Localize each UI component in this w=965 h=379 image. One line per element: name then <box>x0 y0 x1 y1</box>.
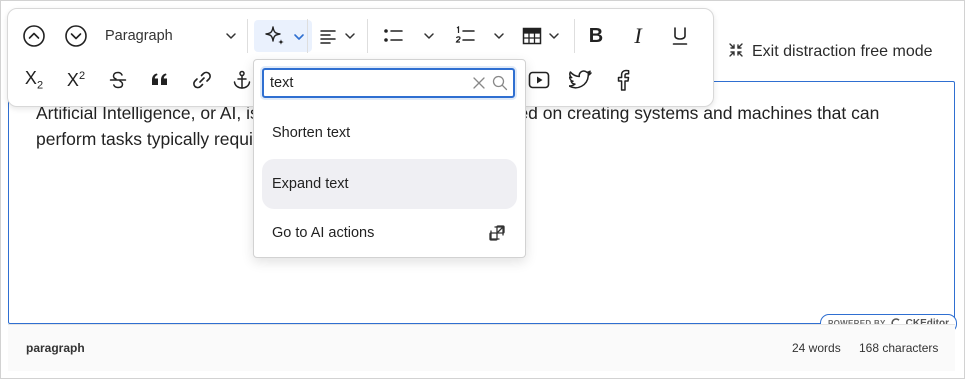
chevron-down-icon <box>293 30 305 48</box>
search-icon <box>492 75 508 96</box>
quote-icon <box>150 71 170 89</box>
chevron-down-icon <box>423 30 435 42</box>
underline-button[interactable] <box>664 20 696 52</box>
external-link-icon <box>488 224 506 247</box>
subscript-icon: X2 <box>24 68 44 92</box>
toolbar-separator <box>247 19 248 53</box>
chevron-down-icon <box>225 29 237 47</box>
nav-up-button[interactable] <box>18 20 50 52</box>
numbered-list-options[interactable] <box>488 20 510 52</box>
strikethrough-button[interactable] <box>102 64 134 96</box>
chevron-up-circle-icon <box>22 24 46 48</box>
strikethrough-icon <box>108 70 128 90</box>
clear-icon[interactable] <box>472 76 486 95</box>
menu-item-go-to-ai-actions[interactable]: Go to AI actions <box>262 208 517 258</box>
ai-search-box[interactable] <box>262 68 515 98</box>
italic-icon: I <box>634 23 642 48</box>
play-video-icon <box>528 71 550 89</box>
menu-item-shorten-text[interactable]: Shorten text <box>262 108 517 158</box>
bold-button[interactable]: B <box>580 20 612 52</box>
menu-item-label: Shorten text <box>272 125 351 141</box>
superscript-button[interactable]: X2 <box>60 64 92 96</box>
menu-item-label: Expand text <box>272 176 349 192</box>
toolbar-separator <box>307 19 308 53</box>
menu-item-label: Go to AI actions <box>272 225 375 241</box>
insert-table-dropdown[interactable] <box>518 20 564 52</box>
chevron-down-circle-icon <box>64 24 88 48</box>
superscript-icon: X2 <box>66 69 86 90</box>
toolbar-separator <box>574 19 575 53</box>
facebook-button[interactable] <box>607 64 639 96</box>
ai-search-input[interactable] <box>270 74 460 92</box>
subscript-button[interactable]: X2 <box>18 64 50 96</box>
ai-commands-dropdown: Shorten text Expand text Go to AI action… <box>253 59 526 258</box>
blockquote-button[interactable] <box>144 64 176 96</box>
bulleted-list-icon <box>382 26 404 46</box>
bulleted-list-options[interactable] <box>418 20 440 52</box>
bulleted-list-button[interactable] <box>376 20 410 52</box>
chevron-down-icon <box>548 30 560 42</box>
exit-distraction-free-button[interactable]: Exit distraction free mode <box>728 36 933 68</box>
anchor-icon <box>231 69 253 91</box>
align-dropdown[interactable] <box>314 20 360 52</box>
chevron-down-icon <box>493 30 505 42</box>
nav-down-button[interactable] <box>60 20 92 52</box>
italic-button[interactable]: I <box>622 20 654 52</box>
toolbar-separator <box>367 19 368 53</box>
exit-label: Exit distraction free mode <box>752 43 933 60</box>
underline-icon <box>670 25 690 47</box>
facebook-icon <box>616 69 630 91</box>
link-icon <box>191 69 213 91</box>
align-left-icon <box>318 26 338 46</box>
table-icon <box>522 27 542 45</box>
element-path[interactable]: paragraph <box>26 341 85 355</box>
twitter-icon <box>569 69 593 91</box>
heading-dropdown[interactable]: Paragraph <box>101 20 241 52</box>
character-count: 168 characters <box>859 341 939 355</box>
menu-item-expand-text[interactable]: Expand text <box>262 159 517 209</box>
word-count: 24 words <box>792 341 841 355</box>
ai-assistant-button[interactable] <box>254 20 312 52</box>
sparkle-icon <box>263 24 287 53</box>
media-embed-button[interactable] <box>523 64 555 96</box>
bold-icon: B <box>588 24 604 47</box>
numbered-list-button[interactable] <box>448 20 482 52</box>
heading-dropdown-label: Paragraph <box>105 28 173 44</box>
numbered-list-icon <box>454 25 476 47</box>
link-button[interactable] <box>186 64 218 96</box>
chevron-down-icon <box>344 30 356 42</box>
collapse-icon <box>728 42 744 63</box>
status-bar: paragraph 24 words 168 characters <box>8 324 955 371</box>
twitter-button[interactable] <box>565 64 597 96</box>
